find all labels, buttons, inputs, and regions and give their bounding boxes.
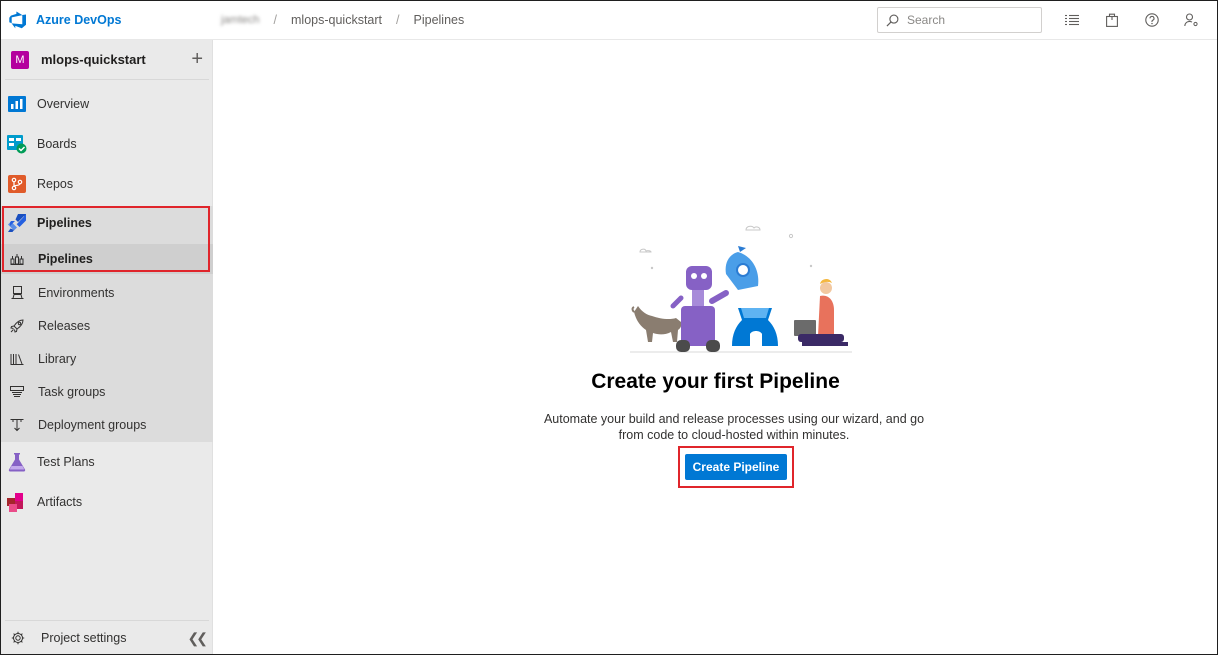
sidebar-subitem-task-groups[interactable]: Task groups — [1, 375, 213, 408]
sidebar-item-label: Boards — [37, 137, 77, 151]
sidebar-subitem-label: Environments — [38, 285, 115, 300]
gear-icon — [11, 631, 25, 645]
sidebar-subitem-label: Task groups — [38, 384, 106, 399]
annotation-highlight-pipelines — [2, 206, 210, 272]
search-icon — [886, 14, 899, 26]
breadcrumb-project[interactable]: mlops-quickstart — [291, 13, 382, 27]
library-icon — [10, 352, 24, 366]
app-name: Azure DevOps — [36, 13, 122, 27]
project-header[interactable]: M mlops-quickstart + — [5, 40, 209, 80]
project-avatar: M — [11, 50, 29, 69]
sidebar-item-overview[interactable]: Overview — [1, 84, 213, 124]
project-settings[interactable]: Project settings ❮❮ — [5, 620, 209, 654]
work-items-list-icon[interactable] — [1064, 12, 1080, 28]
breadcrumb-page[interactable]: Pipelines — [414, 13, 465, 27]
sidebar-item-label: Repos — [37, 177, 74, 191]
marketplace-bag-icon[interactable] — [1104, 12, 1120, 28]
sidebar-subitem-label: Releases — [38, 318, 91, 333]
new-item-plus-icon[interactable]: + — [191, 49, 203, 69]
user-settings-icon[interactable] — [1183, 12, 1199, 28]
sidebar-item-label: Test Plans — [37, 455, 95, 469]
breadcrumb-separator: / — [396, 13, 400, 27]
breadcrumb-org[interactable]: jamtech — [221, 14, 260, 26]
sidebar-item-label: Overview — [37, 97, 90, 111]
sidebar: M mlops-quickstart + Overview Boards Rep… — [1, 40, 213, 654]
project-name: mlops-quickstart — [41, 52, 146, 67]
top-bar: Azure DevOps jamtech / mlops-quickstart … — [1, 1, 1217, 40]
deployment-groups-icon — [10, 418, 24, 432]
artifacts-icon — [7, 492, 27, 512]
repos-icon — [7, 174, 27, 194]
breadcrumb-separator: / — [273, 13, 278, 27]
sidebar-item-artifacts[interactable]: Artifacts — [1, 482, 213, 522]
create-pipeline-button[interactable]: Create Pipeline — [685, 454, 787, 480]
sidebar-subitem-deployment-groups[interactable]: Deployment groups — [1, 408, 213, 441]
sidebar-subitem-environments[interactable]: Environments — [1, 276, 213, 309]
environments-icon — [10, 286, 24, 300]
breadcrumb: jamtech / mlops-quickstart / Pipelines — [213, 13, 464, 27]
azure-devops-logo-icon — [9, 11, 27, 29]
sidebar-subitem-releases[interactable]: Releases — [1, 309, 213, 342]
project-settings-label: Project settings — [41, 630, 127, 645]
search-input[interactable] — [907, 13, 1027, 27]
search-box[interactable] — [877, 7, 1042, 33]
brand[interactable]: Azure DevOps — [1, 1, 213, 39]
sidebar-item-repos[interactable]: Repos — [1, 164, 213, 204]
annotation-highlight-create-pipeline: Create Pipeline — [678, 446, 794, 488]
sidebar-subitem-label: Deployment groups — [38, 417, 147, 432]
page-description: Automate your build and release processe… — [543, 412, 925, 442]
sidebar-subitem-label: Library — [38, 351, 77, 366]
sidebar-item-label: Artifacts — [37, 495, 83, 509]
sidebar-item-test-plans[interactable]: Test Plans — [1, 442, 213, 482]
task-groups-icon — [10, 385, 24, 399]
boards-icon — [7, 134, 27, 154]
releases-icon — [10, 318, 24, 333]
overview-icon — [7, 94, 27, 114]
help-icon[interactable] — [1144, 12, 1160, 28]
test-plans-icon — [7, 452, 27, 472]
page-title: Create your first Pipeline — [591, 370, 840, 393]
main-content: Create your first Pipeline Automate your… — [214, 41, 1217, 654]
sidebar-subitem-library[interactable]: Library — [1, 342, 213, 375]
pipeline-hero-illustration-icon — [630, 225, 852, 353]
collapse-sidebar-icon[interactable]: ❮❮ — [188, 630, 209, 647]
sidebar-item-boards[interactable]: Boards — [1, 124, 213, 164]
